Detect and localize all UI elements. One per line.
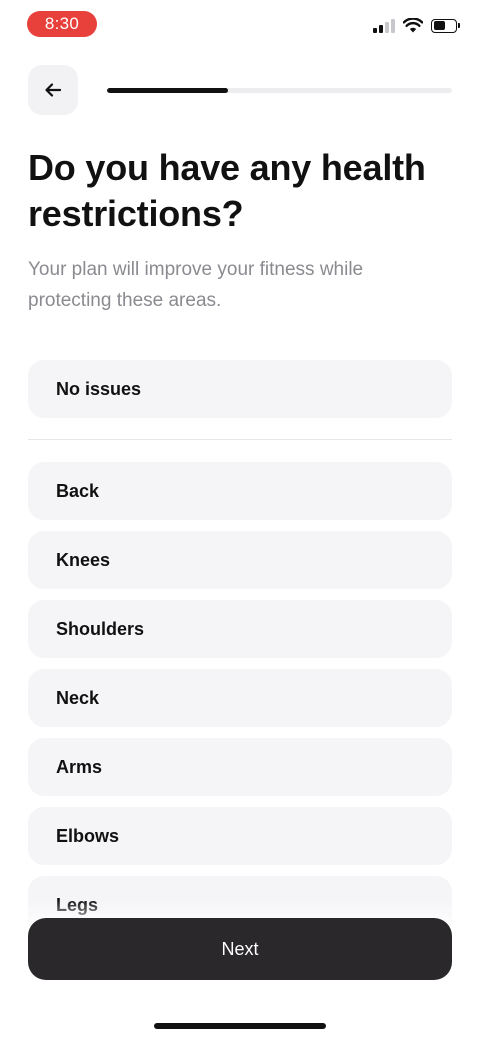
cellular-signal-icon [373,18,395,33]
progress-fill [107,88,228,93]
option-neck[interactable]: Neck [28,669,452,727]
option-label: No issues [56,378,142,399]
battery-icon [431,18,460,33]
option-label: Back [56,480,100,501]
status-icons [373,18,460,33]
divider [28,439,452,440]
option-knees[interactable]: Knees [28,531,452,589]
option-back[interactable]: Back [28,462,452,520]
option-arms[interactable]: Arms [28,738,452,796]
option-elbows[interactable]: Elbows [28,807,452,865]
page-title: Do you have any health restrictions? [28,147,426,234]
status-time: 8:30 [27,11,97,37]
page-subtitle: Your plan will improve your fitness whil… [28,259,364,311]
back-button[interactable] [28,65,78,115]
option-no-issues[interactable]: No issues [28,360,452,418]
progress-bar [107,88,452,93]
next-button[interactable]: Next [28,918,452,980]
option-label: Neck [56,687,100,708]
status-bar: 8:30 [0,0,480,48]
arrow-left-icon [45,83,61,97]
wifi-icon [403,18,423,33]
option-label: Knees [56,549,111,570]
option-label: Elbows [56,825,120,846]
option-label: Shoulders [56,618,145,639]
option-label: Arms [56,756,103,777]
home-indicator [154,1023,326,1029]
option-shoulders[interactable]: Shoulders [28,600,452,658]
